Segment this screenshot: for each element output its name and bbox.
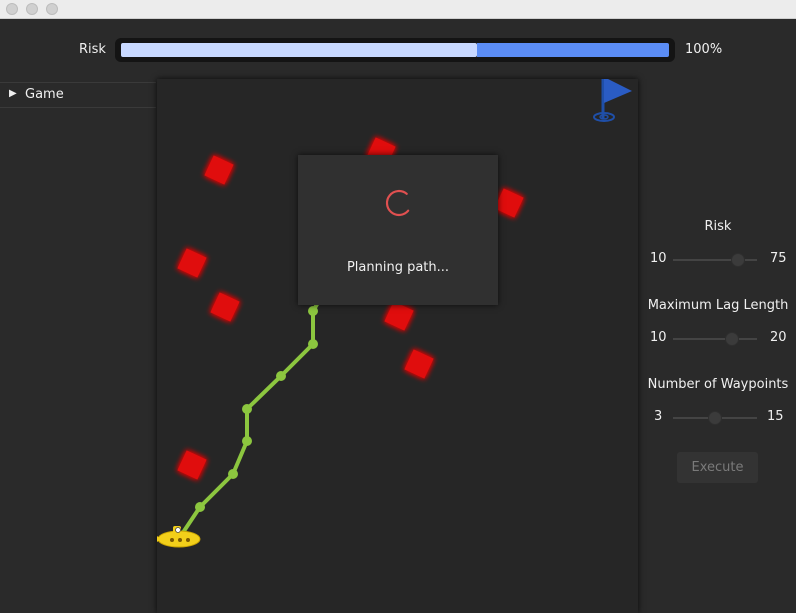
window-titlebar bbox=[0, 0, 796, 19]
path-waypoint bbox=[228, 469, 238, 479]
slider-title: Maximum Lag Length bbox=[647, 298, 789, 313]
obstacle-mine bbox=[204, 155, 234, 185]
risk-progress-bar bbox=[115, 38, 675, 62]
slider-max-label: 75 bbox=[770, 251, 787, 266]
obstacle-mine bbox=[494, 188, 524, 218]
path-waypoint bbox=[242, 436, 252, 446]
obstacle-mine bbox=[384, 301, 414, 331]
planning-message: Planning path... bbox=[346, 260, 450, 275]
zoom-window-button[interactable] bbox=[46, 3, 58, 15]
slider-min-label: 10 bbox=[650, 330, 667, 345]
minimize-window-button[interactable] bbox=[26, 3, 38, 15]
slider-max-label: 20 bbox=[770, 330, 787, 345]
planned-path bbox=[178, 299, 321, 539]
sidebar-item-label: Game bbox=[25, 87, 64, 102]
path-waypoint bbox=[308, 339, 318, 349]
slider-thumb[interactable] bbox=[730, 253, 745, 267]
sidebar-item-game[interactable]: ▶ Game bbox=[0, 82, 156, 108]
obstacle-mine bbox=[210, 292, 240, 322]
path-waypoint bbox=[242, 404, 252, 414]
slider-thumb[interactable] bbox=[708, 411, 722, 425]
obstacle-mine bbox=[177, 248, 207, 278]
risk-bar-label: Risk bbox=[79, 42, 106, 57]
slider-min-label: 10 bbox=[650, 251, 667, 266]
loading-spinner-icon bbox=[385, 189, 410, 217]
planning-dialog: Planning path... bbox=[298, 155, 498, 305]
slider-track[interactable] bbox=[673, 338, 757, 340]
obstacle-mine bbox=[404, 349, 434, 379]
slider-min-label: 3 bbox=[654, 409, 663, 424]
slider-max-label: 15 bbox=[767, 409, 784, 424]
risk-progress-fill bbox=[121, 43, 477, 57]
path-waypoint bbox=[276, 371, 286, 381]
slider-thumb[interactable] bbox=[724, 332, 739, 346]
slider-title: Risk bbox=[704, 219, 732, 234]
flag-icon bbox=[593, 79, 632, 122]
triangle-right-icon: ▶ bbox=[9, 88, 17, 99]
execute-button[interactable]: Execute bbox=[677, 452, 758, 483]
slider-title: Number of Waypoints bbox=[647, 377, 789, 392]
close-window-button[interactable] bbox=[6, 3, 18, 15]
path-waypoint bbox=[195, 502, 205, 512]
risk-percent: 100% bbox=[685, 42, 723, 57]
yellow-submarine-icon bbox=[157, 526, 201, 548]
path-waypoint bbox=[308, 306, 318, 316]
obstacle-mine bbox=[177, 450, 207, 480]
risk-progress-fill-accent bbox=[477, 43, 669, 57]
